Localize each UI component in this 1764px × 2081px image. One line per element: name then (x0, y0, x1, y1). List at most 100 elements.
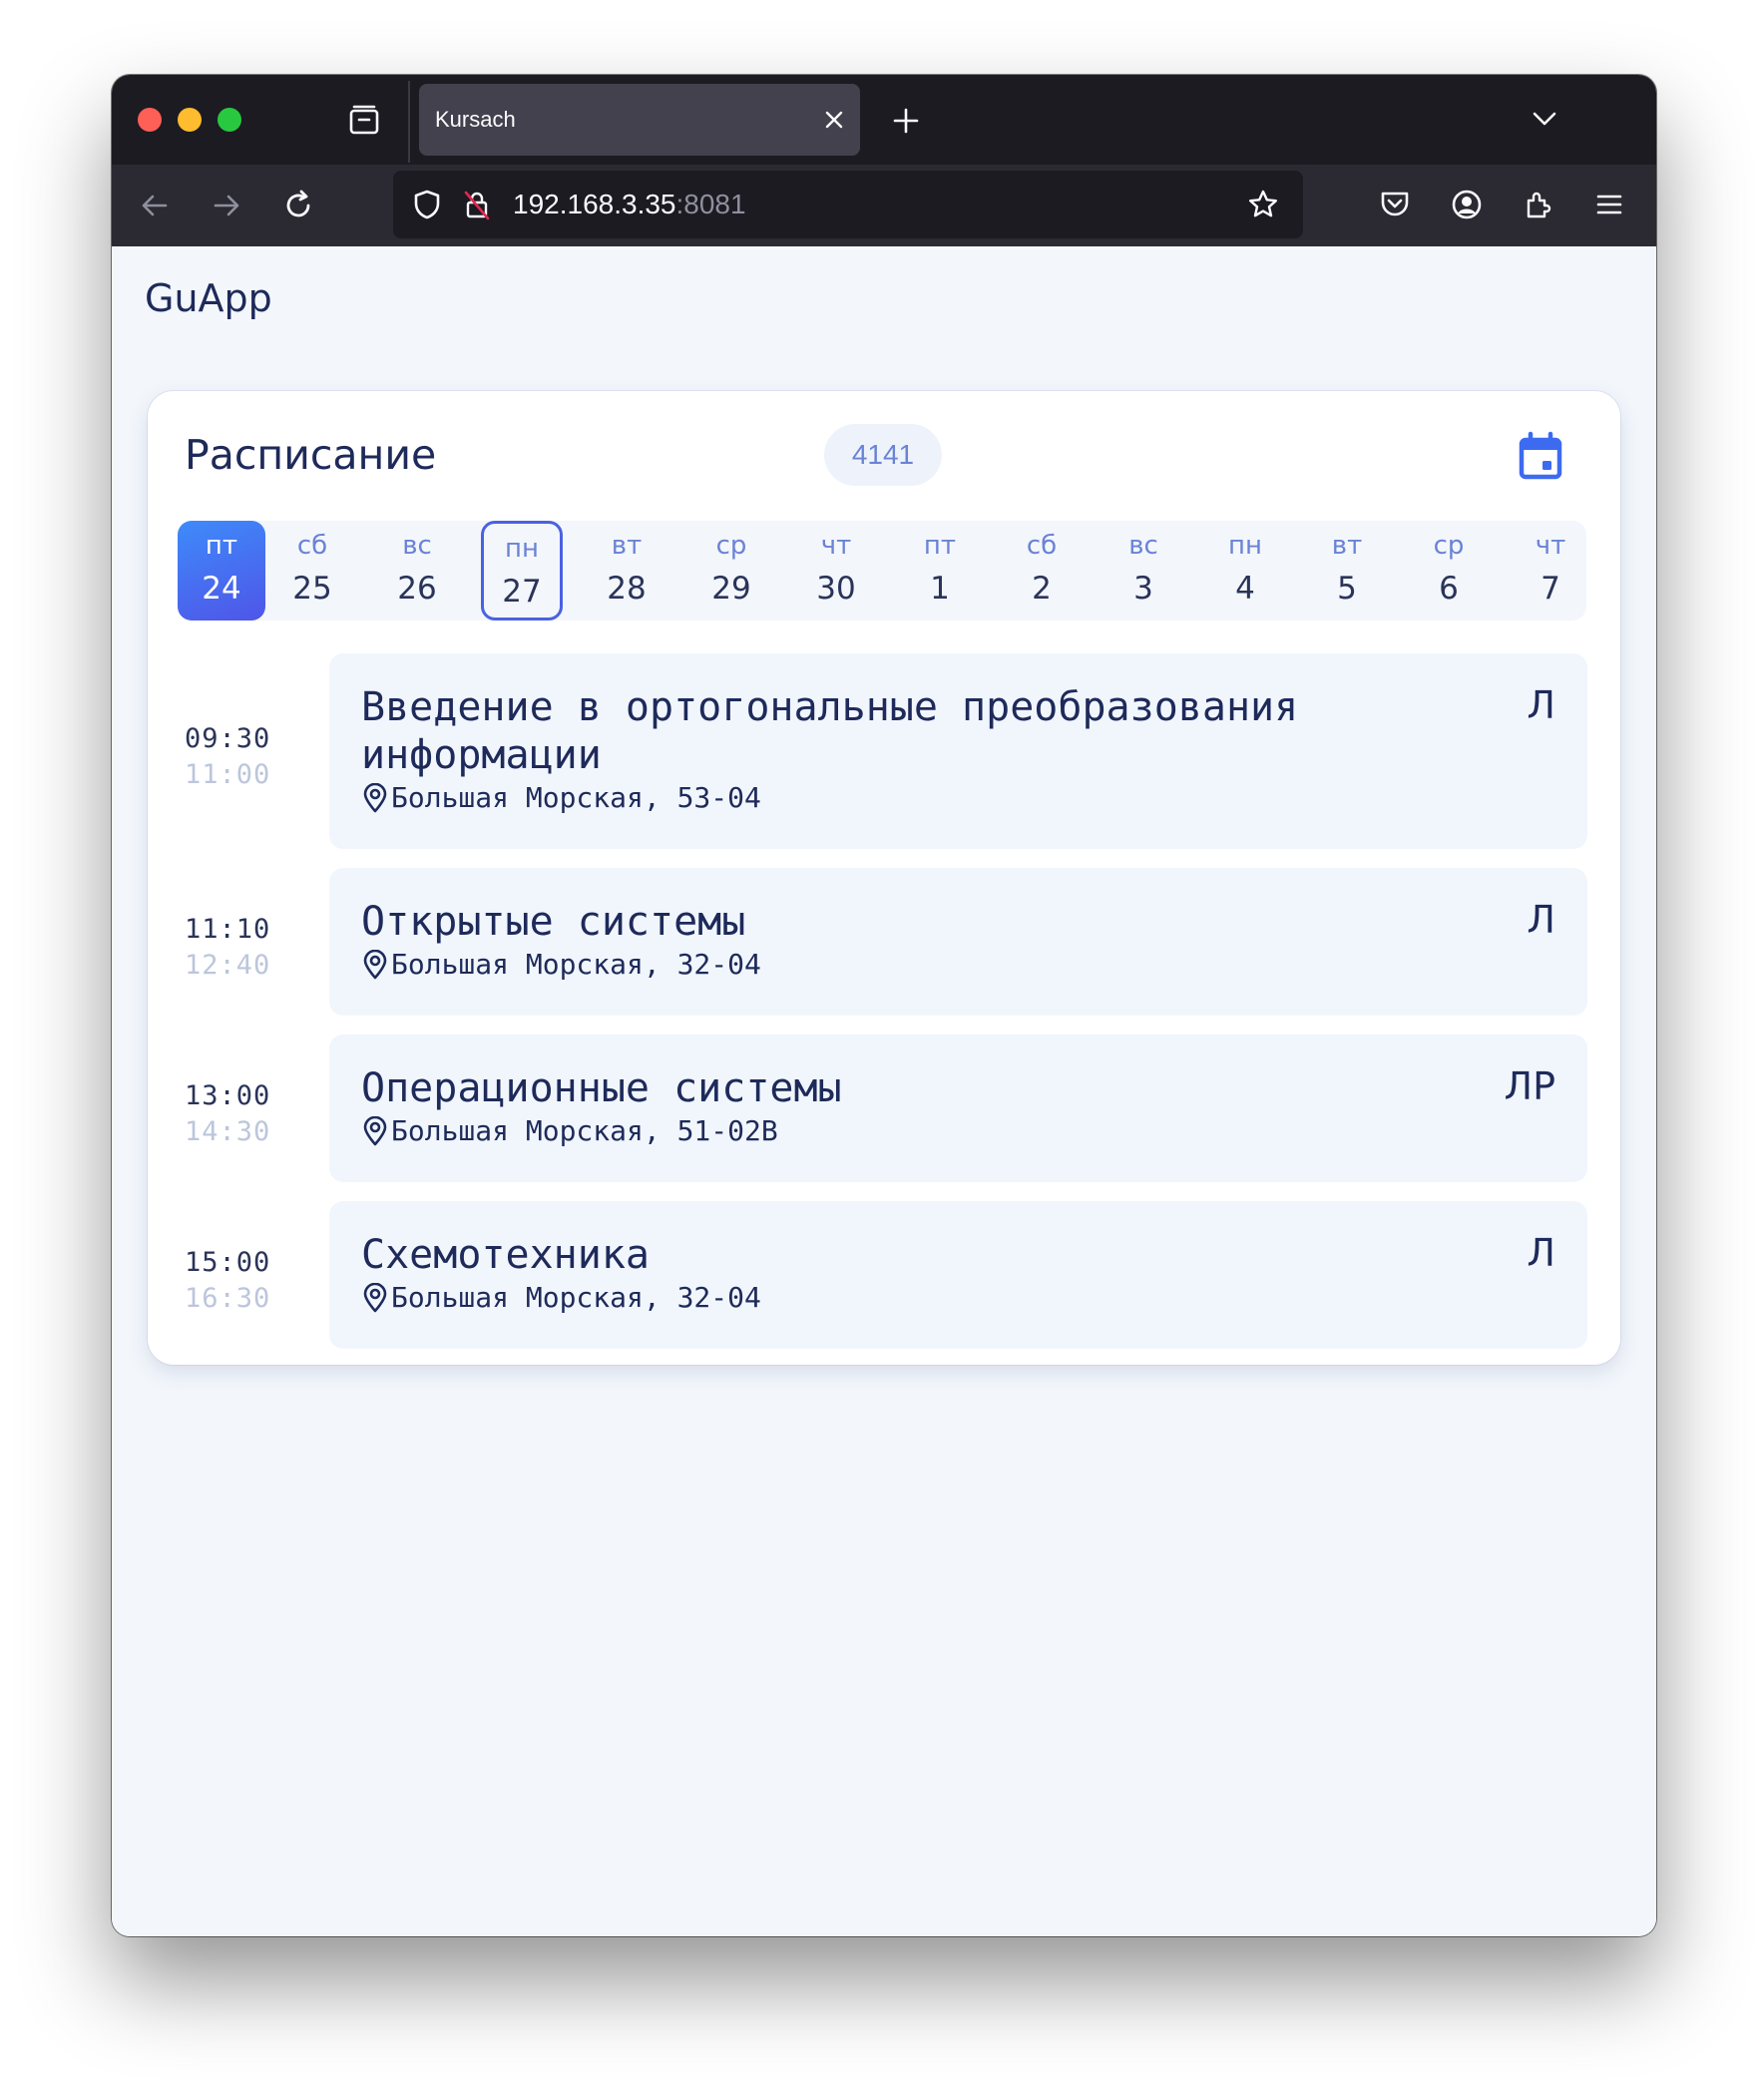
lesson-start-time: 11:10 (185, 914, 271, 945)
extensions-icon[interactable] (1515, 181, 1562, 228)
day-of-week: ср (715, 531, 747, 561)
lesson-end-time: 14:30 (185, 1116, 271, 1147)
tab-bar: Kursach (112, 75, 1656, 165)
day-of-week: вт (611, 531, 643, 561)
lesson-name: Введение в ортогональные преобразования … (361, 684, 1299, 778)
account-icon[interactable] (1443, 181, 1491, 228)
location-pin-icon (363, 949, 387, 979)
lesson-card[interactable]: Операционные системы ЛР Большая Морская,… (329, 1035, 1587, 1182)
day-selector: пт 24 сб 25 вс 26 пн 27 вт 28 ср 29 чт 3… (178, 521, 1586, 621)
reload-icon[interactable] (275, 183, 321, 228)
day-of-week: ср (1433, 531, 1465, 561)
lesson-start-time: 15:00 (185, 1247, 271, 1278)
day-item-2[interactable]: сб 2 (998, 521, 1086, 621)
url-port: :8081 (675, 189, 746, 219)
lesson-type: Л (1527, 1231, 1555, 1275)
browser-window: Kursach 192.168.3.35:8081 GuApp Расписан… (112, 75, 1656, 1936)
lesson-room-text: Большая Морская, 51-02В (391, 1114, 778, 1147)
day-number: 29 (711, 571, 751, 607)
lesson-start-time: 09:30 (185, 723, 271, 754)
lesson-start-time: 13:00 (185, 1080, 271, 1111)
day-item-27[interactable]: пн 27 (481, 521, 563, 621)
day-number: 28 (607, 571, 647, 607)
lesson-end-time: 11:00 (185, 759, 271, 790)
day-number: 6 (1439, 571, 1459, 607)
day-number: 26 (397, 571, 437, 607)
day-item-3[interactable]: вс 3 (1100, 521, 1187, 621)
forward-icon[interactable] (204, 183, 249, 228)
lesson-name: Схемотехника (361, 1232, 650, 1278)
location-pin-icon (363, 1282, 387, 1312)
close-window-button[interactable] (138, 108, 162, 132)
day-of-week: пт (205, 531, 238, 561)
day-item-1[interactable]: пт 1 (896, 521, 984, 621)
maximize-window-button[interactable] (218, 108, 241, 132)
lesson-room: Большая Морская, 51-02В (361, 1114, 778, 1147)
day-number: 25 (292, 571, 332, 607)
day-item-25[interactable]: сб 25 (268, 521, 356, 621)
back-icon[interactable] (132, 183, 178, 228)
url-host: 192.168.3.35 (513, 189, 676, 219)
day-of-week: пт (923, 531, 957, 561)
day-item-6[interactable]: ср 6 (1405, 521, 1493, 621)
day-item-28[interactable]: вт 28 (583, 521, 670, 621)
lesson-row: 11:10 12:40 Открытые системы Л Большая М… (148, 868, 1620, 1016)
day-of-week: вс (1128, 531, 1158, 561)
day-number: 7 (1541, 571, 1560, 607)
lesson-room-text: Большая Морская, 32-04 (391, 948, 761, 981)
tab-title: Kursach (435, 107, 516, 132)
day-of-week: сб (1026, 531, 1058, 561)
day-item-26[interactable]: вс 26 (373, 521, 461, 621)
lesson-type: Л (1527, 683, 1555, 727)
lesson-card[interactable]: Открытые системы Л Большая Морская, 32-0… (329, 868, 1587, 1016)
page-content: GuApp Расписание 4141 пт 24 сб 25 вс 26 … (112, 246, 1656, 1936)
day-number: 5 (1337, 571, 1357, 607)
day-of-week: сб (296, 531, 328, 561)
lesson-type: Л (1527, 898, 1555, 942)
schedule-card: Расписание 4141 пт 24 сб 25 вс 26 пн 27 … (148, 391, 1620, 1365)
day-number: 4 (1235, 571, 1255, 607)
day-number: 1 (930, 571, 950, 607)
lesson-row: 15:00 16:30 Схемотехника Л Большая Морск… (148, 1201, 1620, 1349)
tab-overview-icon[interactable] (343, 99, 385, 141)
lesson-type: ЛР (1504, 1064, 1556, 1108)
pocket-icon[interactable] (1371, 181, 1419, 228)
url-text[interactable]: 192.168.3.35:8081 (513, 171, 746, 238)
bookmark-star-icon[interactable] (1243, 185, 1283, 224)
day-item-7[interactable]: чт 7 (1507, 521, 1594, 621)
day-of-week: пн (1228, 531, 1262, 561)
list-all-tabs-icon[interactable] (1523, 97, 1566, 141)
lesson-room-text: Большая Морская, 53-04 (391, 781, 761, 814)
close-tab-icon[interactable] (814, 100, 854, 140)
day-number: 27 (502, 574, 542, 610)
lesson-room: Большая Морская, 32-04 (361, 948, 761, 981)
schedule-title: Расписание (185, 431, 437, 479)
day-of-week: чт (820, 531, 852, 561)
address-bar[interactable]: 192.168.3.35:8081 (393, 171, 1303, 238)
new-tab-icon[interactable] (884, 99, 928, 143)
app-title[interactable]: GuApp (145, 276, 272, 320)
day-of-week: чт (1535, 531, 1566, 561)
lesson-card[interactable]: Схемотехника Л Большая Морская, 32-04 (329, 1201, 1587, 1349)
day-item-29[interactable]: ср 29 (687, 521, 775, 621)
lesson-row: 09:30 11:00 Введение в ортогональные пре… (148, 653, 1620, 849)
day-item-5[interactable]: вт 5 (1303, 521, 1391, 621)
menu-icon[interactable] (1585, 181, 1633, 228)
minimize-window-button[interactable] (178, 108, 202, 132)
day-item-24[interactable]: пт 24 (178, 521, 265, 621)
day-item-4[interactable]: пн 4 (1201, 521, 1289, 621)
insecure-lock-icon[interactable] (457, 185, 497, 224)
day-item-30[interactable]: чт 30 (792, 521, 880, 621)
day-of-week: пн (505, 534, 539, 564)
day-number: 2 (1032, 571, 1052, 607)
group-badge[interactable]: 4141 (824, 424, 942, 486)
lesson-name: Открытые системы (361, 899, 746, 945)
calendar-icon[interactable] (1513, 429, 1568, 485)
lesson-end-time: 16:30 (185, 1283, 271, 1314)
day-of-week: вт (1331, 531, 1363, 561)
lesson-card[interactable]: Введение в ортогональные преобразования … (329, 653, 1587, 849)
tracking-protection-shield-icon[interactable] (407, 185, 447, 224)
tab-kursach[interactable]: Kursach (419, 84, 860, 156)
lesson-room: Большая Морская, 32-04 (361, 1281, 761, 1314)
day-of-week: вс (402, 531, 432, 561)
